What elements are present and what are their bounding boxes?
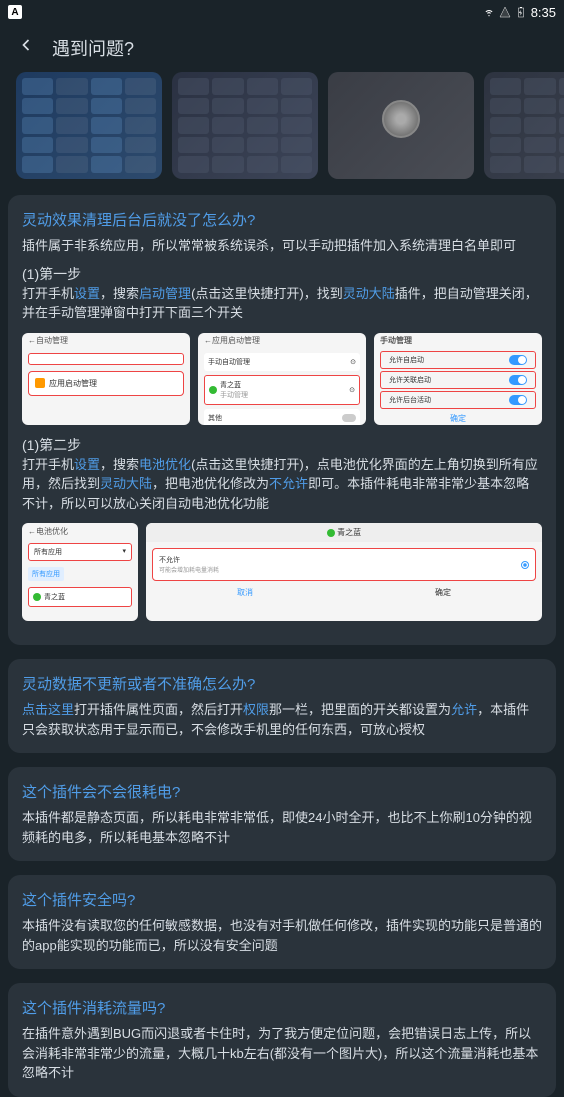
screenshot-search: ← 自动管理 应用启动管理 xyxy=(22,333,190,425)
card-title: 灵动效果清理后台后就没了怎么办? xyxy=(22,209,542,230)
signal-icon xyxy=(499,6,511,18)
settings-link[interactable]: 设置 xyxy=(74,457,100,472)
screenshot-battery-opt: ← 电池优化 所有应用▾ 所有应用 青之蓝 xyxy=(22,523,138,621)
battery-opt-link[interactable]: 电池优化 xyxy=(139,457,191,472)
gallery-item[interactable] xyxy=(484,72,564,179)
screenshot-battery-dialog: 青之蓝 不允许可能会增加耗电量消耗 取消确定 xyxy=(146,523,542,621)
card-title: 这个插件消耗流量吗? xyxy=(22,997,542,1018)
step-2-label: (1)第二步 xyxy=(22,435,542,455)
card-text: 在插件意外遇到BUG而闪退或者卡住时，为了我方便定位问题，会把错误日志上传，所以… xyxy=(22,1024,542,1083)
step2-screenshots: ← 电池优化 所有应用▾ 所有应用 青之蓝 青之蓝 不允许可能会增加耗电量消耗 … xyxy=(22,523,542,621)
page-title: 遇到问题? xyxy=(52,35,134,61)
gallery-item[interactable] xyxy=(172,72,318,179)
step-1-label: (1)第一步 xyxy=(22,264,542,284)
app-name-link[interactable]: 灵动大陆 xyxy=(100,476,152,491)
faq-card-battery: 这个插件会不会很耗电? 本插件都是静态页面，所以耗电非常非常低，即使24小时全开… xyxy=(8,767,556,861)
click-here-link[interactable]: 点击这里 xyxy=(22,702,74,717)
card-intro: 插件属于非系统应用，所以常常被系统误杀，可以手动把插件加入系统清理白名单即可 xyxy=(22,236,542,256)
back-button[interactable] xyxy=(16,35,36,61)
screenshot-manual-manage: 手动管理 允许自启动 允许关联启动 允许后台活动 确定 xyxy=(374,333,542,425)
allow-link[interactable]: 允许 xyxy=(451,702,477,717)
card-title: 这个插件会不会很耗电? xyxy=(22,781,542,802)
gallery-item[interactable] xyxy=(328,72,474,179)
gallery-item[interactable] xyxy=(16,72,162,179)
card-title: 灵动数据不更新或者不准确怎么办? xyxy=(22,673,542,694)
card-title: 这个插件安全吗? xyxy=(22,889,542,910)
not-allow-link[interactable]: 不允许 xyxy=(269,476,308,491)
status-right: 8:35 xyxy=(483,5,556,20)
status-bar: A 8:35 xyxy=(0,0,564,24)
wifi-icon xyxy=(483,6,495,18)
app-indicator-icon: A xyxy=(8,5,22,19)
content-area: 灵动效果清理后台后就没了怎么办? 插件属于非系统应用，所以常常被系统误杀，可以手… xyxy=(0,195,564,1097)
settings-link[interactable]: 设置 xyxy=(74,286,100,301)
status-time: 8:35 xyxy=(531,5,556,20)
step-1-text: 打开手机设置，搜索启动管理(点击这里快捷打开)，找到灵动大陆插件，把自动管理关闭… xyxy=(22,284,542,323)
step-2-text: 打开手机设置，搜索电池优化(点击这里快捷打开)，点电池优化界面的左上角切换到所有… xyxy=(22,455,542,514)
faq-card-data-usage: 这个插件消耗流量吗? 在插件意外遇到BUG而闪退或者卡住时，为了我方便定位问题，… xyxy=(8,983,556,1097)
battery-icon xyxy=(515,6,527,18)
page-header: 遇到问题? xyxy=(0,24,564,72)
card-text: 本插件没有读取您的任何敏感数据，也没有对手机做任何修改，插件实现的功能只是普通的… xyxy=(22,916,542,955)
preview-gallery[interactable] xyxy=(0,72,564,195)
faq-card-data-update: 灵动数据不更新或者不准确怎么办? 点击这里打开插件属性页面，然后打开权限那一栏，… xyxy=(8,659,556,753)
screenshot-startup-list: ← 应用启动管理 手动自动管理⊙ 青之蓝手动管理⊙ 其他 xyxy=(198,333,366,425)
startup-manage-link[interactable]: 启动管理 xyxy=(139,286,191,301)
app-name-link[interactable]: 灵动大陆 xyxy=(343,286,395,301)
step1-screenshots: ← 自动管理 应用启动管理 ← 应用启动管理 手动自动管理⊙ 青之蓝手动管理⊙ … xyxy=(22,333,542,425)
permissions-link[interactable]: 权限 xyxy=(243,702,269,717)
faq-card-background-clean: 灵动效果清理后台后就没了怎么办? 插件属于非系统应用，所以常常被系统误杀，可以手… xyxy=(8,195,556,645)
card-text: 点击这里打开插件属性页面，然后打开权限那一栏，把里面的开关都设置为允许，本插件只… xyxy=(22,700,542,739)
arrow-left-icon xyxy=(16,35,36,55)
faq-card-security: 这个插件安全吗? 本插件没有读取您的任何敏感数据，也没有对手机做任何修改，插件实… xyxy=(8,875,556,969)
status-left: A xyxy=(8,5,22,19)
card-text: 本插件都是静态页面，所以耗电非常非常低，即使24小时全开，也比不上你刷10分钟的… xyxy=(22,808,542,847)
